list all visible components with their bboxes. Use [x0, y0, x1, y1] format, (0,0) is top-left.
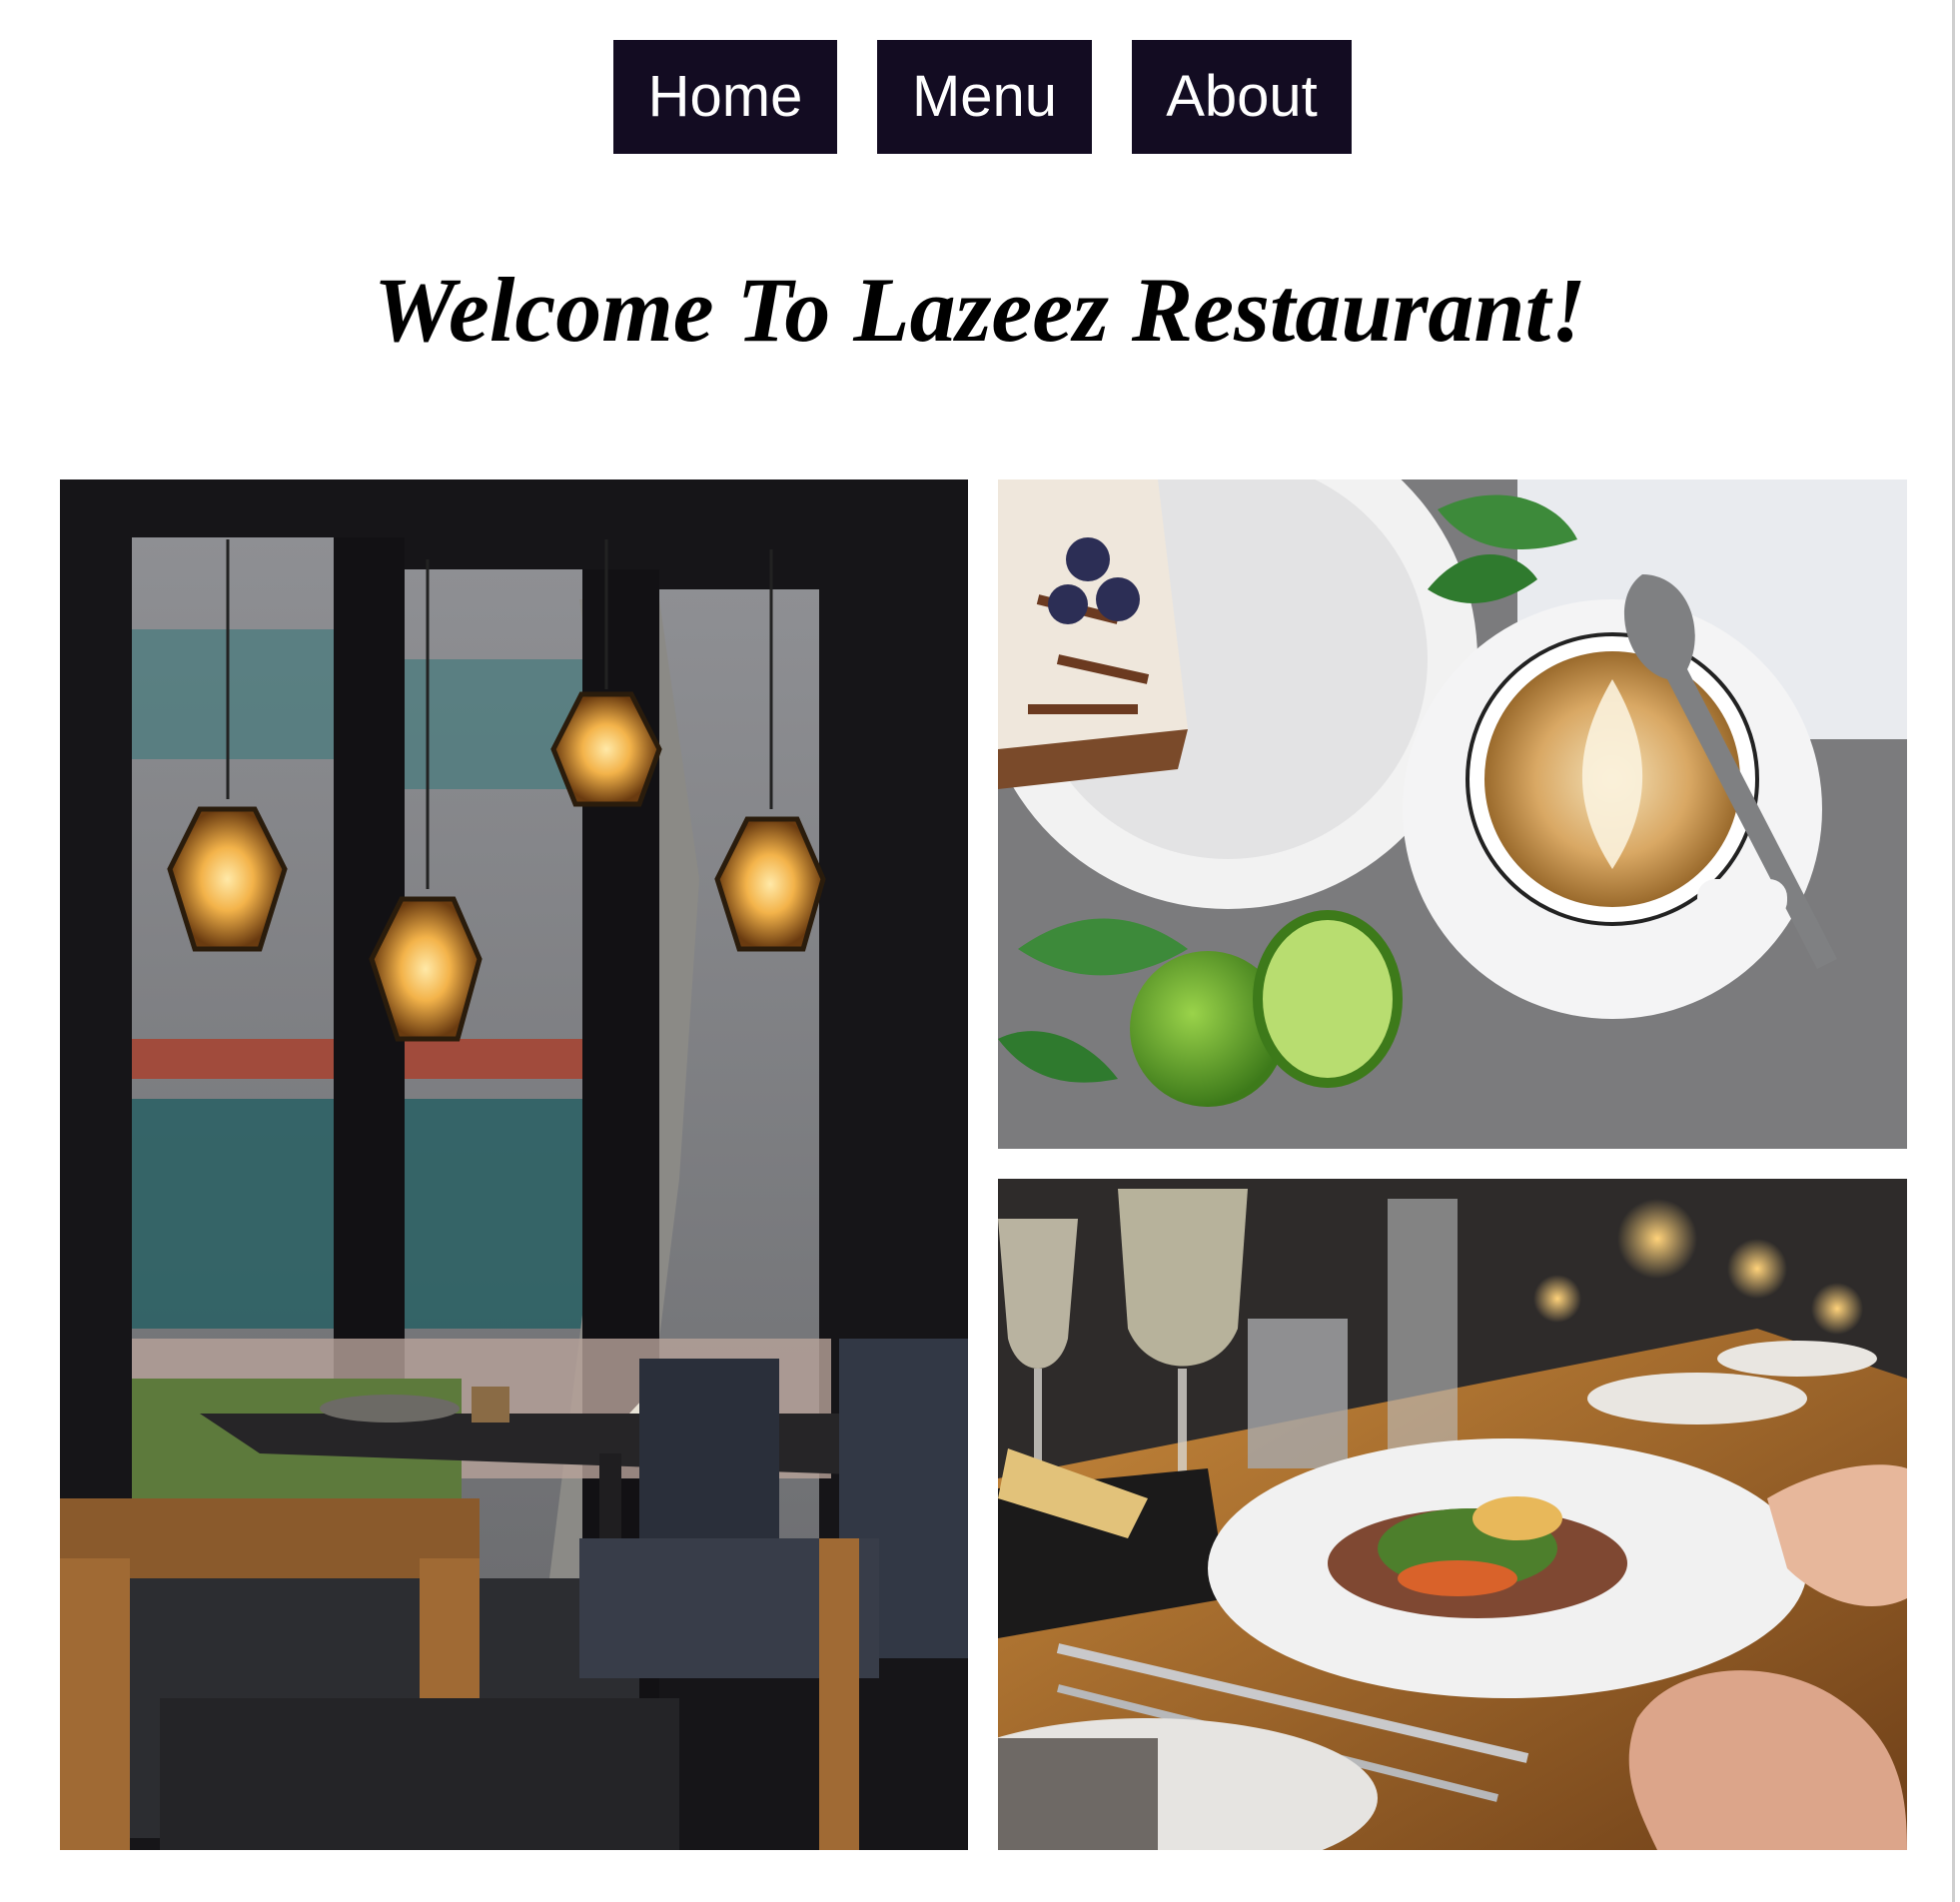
page-title: Welcome To Lazeez Restaurant! [374, 259, 1586, 361]
top-nav: Home Menu About [0, 40, 1960, 154]
nav-menu-button[interactable]: Menu [877, 40, 1092, 154]
dining-table-image [998, 1179, 1907, 1850]
restaurant-interior-image [60, 479, 968, 1850]
nav-about-button[interactable]: About [1132, 40, 1352, 154]
cake-and-latte-image [998, 479, 1907, 1149]
nav-home-button[interactable]: Home [613, 40, 837, 154]
